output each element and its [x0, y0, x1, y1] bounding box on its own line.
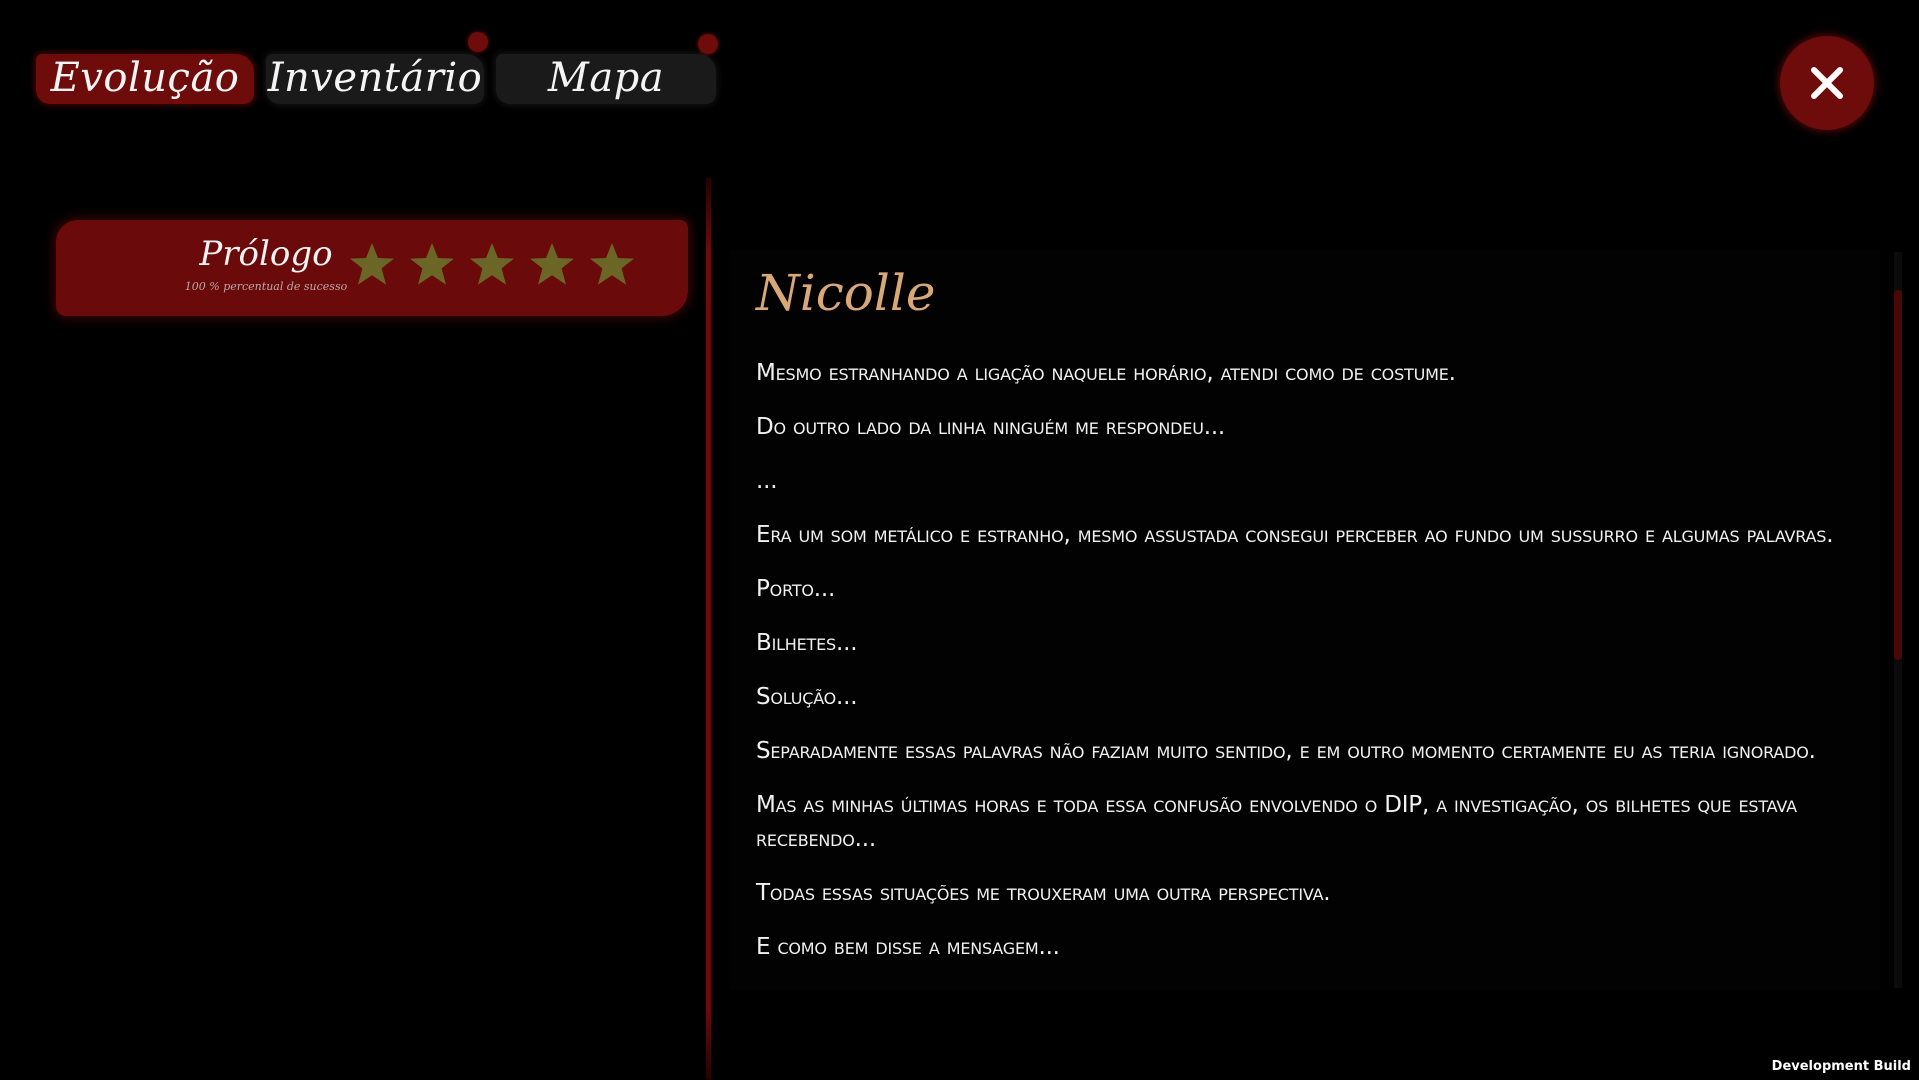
- star-icon: [350, 243, 394, 285]
- story-paragraph: Mesmo estranhando a ligação naquele horá…: [756, 360, 1456, 386]
- star-icon: [470, 243, 514, 285]
- scrollbar-thumb[interactable]: [1894, 290, 1902, 660]
- development-build-label: Development Build: [1771, 1059, 1911, 1074]
- story-paragraph: Era um som metálico e estranho, mesmo as…: [756, 522, 1834, 548]
- story-paragraph: Porto...: [756, 576, 836, 602]
- story-paragraph: ...: [756, 468, 778, 494]
- tab-label: Evolução: [50, 55, 240, 101]
- tab-evolucao[interactable]: Evolução: [36, 48, 254, 108]
- character-name: Nicolle: [756, 264, 936, 322]
- story-paragraph: Do outro lado da linha ninguém me respon…: [756, 414, 1226, 440]
- star-icon: [410, 243, 454, 285]
- star-icon: [530, 243, 574, 285]
- story-text: Mesmo estranhando a ligação naquele horá…: [756, 356, 1836, 984]
- story-paragraph: Todas essas situações me trouxeram uma o…: [756, 880, 1331, 906]
- tab-label: Mapa: [547, 55, 665, 101]
- close-icon: [1811, 67, 1843, 99]
- story-paragraph: Separadamente essas palavras não faziam …: [756, 738, 1816, 764]
- star-icon: [590, 243, 634, 285]
- tab-label: Inventário: [267, 55, 483, 101]
- tab-mapa[interactable]: Mapa: [496, 48, 716, 108]
- codex-screen: Evolução Inventário Mapa Prólogo 100 % p…: [0, 0, 1919, 1080]
- star-rating: [348, 240, 636, 288]
- story-paragraph: Bilhetes...: [756, 630, 858, 656]
- panel-divider: [706, 178, 711, 1080]
- chapter-title: Prólogo: [199, 234, 333, 274]
- notification-dot: [468, 32, 488, 52]
- story-paragraph: E como bem disse a mensagem...: [756, 934, 1060, 960]
- story-panel: Nicolle Mesmo estranhando a ligação naqu…: [730, 250, 1880, 990]
- close-button[interactable]: [1780, 36, 1874, 130]
- chapter-card-prologo[interactable]: Prólogo 100 % percentual de sucesso: [56, 214, 688, 322]
- tab-inventario[interactable]: Inventário: [266, 48, 484, 108]
- story-paragraph: Mas as minhas últimas horas e toda essa …: [756, 792, 1797, 852]
- notification-dot: [698, 34, 718, 54]
- story-paragraph: Solução...: [756, 684, 858, 710]
